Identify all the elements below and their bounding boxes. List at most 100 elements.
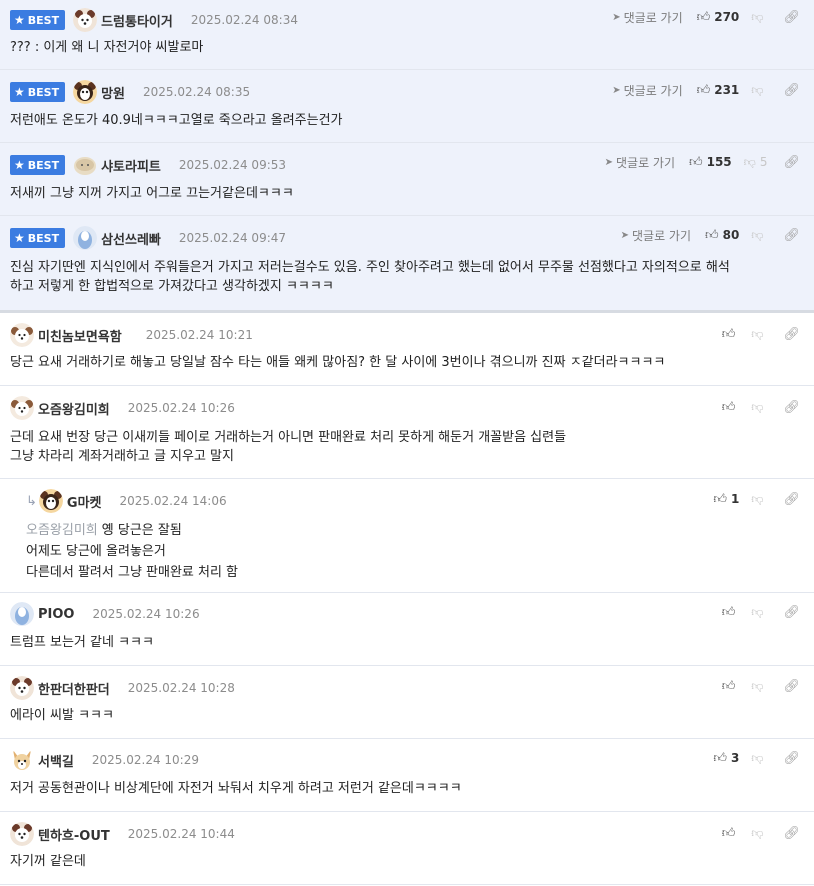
comment-body: 오즘왕김미희 옝 당근은 잘됨 어제도 당근에 올려놓은거 다른데서 팔려서 그냥… — [26, 523, 239, 580]
nickname[interactable]: 드럼통타이거 — [101, 11, 173, 30]
go-to-reply-link[interactable]: ➤ 댓글로 가기 — [605, 154, 675, 171]
thumb-up-icon: 👍︎ — [721, 326, 736, 342]
upvote-button[interactable]: 👍︎ — [722, 400, 740, 415]
comment-body: 근데 요새 번장 당근 이새끼들 페이로 거래하는거 아니면 판매완료 처리 못… — [10, 430, 567, 464]
nickname[interactable]: 미친놈보면욕함 — [38, 326, 122, 345]
go-to-reply-link[interactable]: ➤ 댓글로 가기 — [621, 227, 691, 244]
comment-item: ★ BEST 드럼통타이거 2025.02.24 08:34 ➤ 댓글로 가기 👍︎… — [0, 0, 814, 70]
link-icon[interactable]: 🔗︎ — [783, 751, 800, 766]
thumb-down-icon: 👎︎ — [751, 9, 764, 24]
link-icon[interactable]: 🔗︎ — [783, 826, 800, 841]
upvote-button[interactable]: 👍︎ 231 — [697, 83, 740, 98]
avatar[interactable] — [10, 602, 34, 626]
avatar[interactable] — [73, 153, 97, 177]
nickname[interactable]: 망원 — [101, 83, 125, 102]
avatar[interactable] — [73, 8, 98, 32]
link-icon[interactable]: 🔗︎ — [783, 83, 800, 98]
comment-body: 자기꺼 같은데 — [10, 854, 86, 869]
star-icon: ★ — [14, 231, 25, 245]
best-badge: ★ BEST — [10, 155, 66, 175]
link-icon[interactable]: 🔗︎ — [783, 155, 800, 170]
mention-nickname[interactable]: 오즘왕김미희 — [26, 523, 98, 538]
go-to-reply-link[interactable]: ➤ 댓글로 가기 — [612, 82, 682, 99]
comment-reply-item: ↳ G마켓 2025.02.24 14:06 👍︎ 1 👎︎ 🔗︎ 오즘왕김미희 옝… — [0, 479, 814, 593]
downvote-button[interactable]: 👎︎ — [751, 228, 767, 243]
comment-date: 2025.02.24 10:44 — [127, 827, 235, 841]
link-icon[interactable]: 🔗︎ — [783, 327, 800, 342]
thumb-down-icon: 👎︎ — [743, 154, 756, 169]
thumb-down-icon: 👎︎ — [751, 825, 764, 840]
downvote-button[interactable]: 👎︎ — [751, 679, 767, 694]
nickname[interactable]: 삼선쓰레빠 — [101, 229, 161, 248]
nickname[interactable]: 샤토라피트 — [101, 156, 161, 175]
navigation-arrow-icon: ➤ — [604, 156, 613, 168]
thumb-down-icon: 👎︎ — [751, 491, 764, 506]
upvote-button[interactable]: 👍︎ — [722, 605, 740, 620]
comment-body: 저새끼 그냥 지꺼 가지고 어그로 끄는거같은데ㅋㅋㅋ — [10, 186, 294, 201]
downvote-button[interactable]: 👎︎ — [751, 605, 767, 620]
upvote-button[interactable]: 👍︎ — [722, 327, 740, 342]
upvote-button[interactable]: 👍︎ — [722, 826, 740, 841]
comment-date: 2025.02.24 10:21 — [145, 328, 253, 342]
nickname[interactable]: 서백길 — [38, 751, 74, 770]
thumb-down-icon: 👎︎ — [751, 678, 764, 693]
navigation-arrow-icon: ➤ — [620, 229, 629, 241]
comment-item: 서백길 2025.02.24 10:29 👍︎ 3 👎︎ 🔗︎ 저거 공동현관이나… — [0, 739, 814, 812]
link-icon[interactable]: 🔗︎ — [783, 10, 800, 25]
downvote-button[interactable]: 👎︎ — [751, 400, 767, 415]
downvote-button[interactable]: 👎︎ — [751, 10, 767, 25]
avatar[interactable] — [10, 323, 34, 347]
avatar[interactable] — [38, 489, 63, 513]
upvote-button[interactable]: 👍︎ 270 — [697, 10, 740, 25]
link-icon[interactable]: 🔗︎ — [783, 605, 800, 620]
avatar[interactable] — [10, 822, 34, 846]
best-badge: ★ BEST — [10, 10, 66, 30]
upvote-button[interactable]: 👍︎ 80 — [705, 228, 739, 243]
comment-body: 진심 자기딴엔 지식인에서 주워들은거 가지고 저러는걸수도 있음. 주인 찾아… — [10, 260, 730, 294]
avatar[interactable] — [10, 396, 34, 420]
avatar[interactable] — [73, 226, 98, 250]
avatar[interactable] — [10, 676, 34, 700]
comment-item: ★ BEST 삼선쓰레빠 2025.02.24 09:47 ➤ 댓글로 가기 👍︎ 8… — [0, 216, 814, 313]
comment-item: 미친놈보면욕함 2025.02.24 10:21 👍︎ 👎︎ 🔗︎ 당근 요새 … — [0, 313, 814, 386]
reply-arrow-icon: ↳ — [26, 493, 37, 509]
upvote-button[interactable]: 👍︎ 155 — [689, 155, 732, 170]
downvote-button[interactable]: 👎︎ — [751, 83, 767, 98]
downvote-button[interactable]: 👎︎ — [751, 826, 767, 841]
link-icon[interactable]: 🔗︎ — [783, 679, 800, 694]
thumb-up-icon: 👍︎ — [713, 750, 727, 766]
nickname[interactable]: 한판더한판더 — [38, 679, 110, 698]
comment-item: 오즘왕김미희 2025.02.24 10:26 👍︎ 👎︎ 🔗︎ 근데 요새 번… — [0, 386, 814, 479]
downvote-button[interactable]: 👎︎ — [751, 327, 767, 342]
upvote-button[interactable]: 👍︎ — [722, 679, 740, 694]
nickname[interactable]: G마켓 — [67, 492, 102, 511]
link-icon[interactable]: 🔗︎ — [783, 228, 800, 243]
nickname[interactable]: PIOO — [38, 607, 74, 622]
nickname[interactable]: 오즘왕김미희 — [38, 399, 110, 418]
comment-item: 한판더한판더 2025.02.24 10:28 👍︎ 👎︎ 🔗︎ 에라이 씨발 … — [0, 666, 814, 739]
thumb-up-icon: 👍︎ — [696, 9, 711, 25]
downvote-button[interactable]: 👎︎ 5 — [744, 155, 768, 170]
avatar[interactable] — [10, 748, 34, 772]
link-icon[interactable]: 🔗︎ — [783, 400, 800, 415]
comment-date: 2025.02.24 09:47 — [178, 231, 287, 245]
star-icon: ★ — [14, 85, 25, 99]
link-icon[interactable]: 🔗︎ — [783, 492, 800, 507]
thumb-down-icon: 👎︎ — [751, 399, 764, 414]
thumb-up-icon: 👍︎ — [705, 227, 719, 243]
go-to-reply-link[interactable]: ➤ 댓글로 가기 — [612, 9, 682, 26]
upvote-count: 231 — [714, 83, 740, 97]
thumb-down-icon: 👎︎ — [751, 326, 764, 341]
comment-item: ★ BEST 샤토라피트 2025.02.24 09:53 ➤ 댓글로 가기 👍︎ 1… — [0, 143, 814, 216]
upvote-button[interactable]: 👍︎ 3 — [713, 751, 739, 766]
nickname[interactable]: 텐하흐-OUT — [38, 825, 110, 844]
upvote-count: 270 — [714, 10, 740, 24]
upvote-count: 1 — [730, 492, 740, 506]
upvote-count: 155 — [706, 155, 732, 169]
thumb-up-icon: 👍︎ — [721, 825, 736, 841]
upvote-button[interactable]: 👍︎ 1 — [713, 492, 739, 507]
avatar[interactable] — [73, 80, 98, 104]
downvote-button[interactable]: 👎︎ — [751, 751, 767, 766]
comment-body: 에라이 씨발 ㅋㅋㅋ — [10, 708, 114, 723]
downvote-button[interactable]: 👎︎ — [751, 492, 767, 507]
